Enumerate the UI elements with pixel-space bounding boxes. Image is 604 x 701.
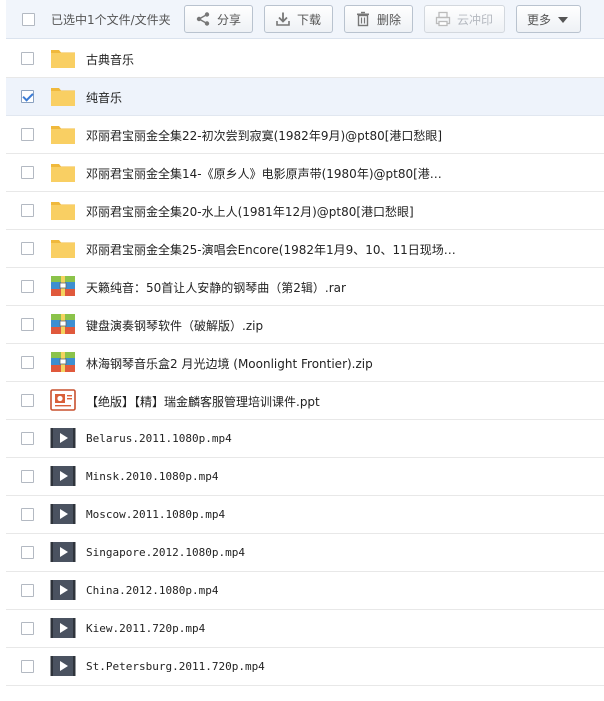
file-checkbox[interactable] [21,128,34,141]
share-button[interactable]: 分享 [184,5,253,33]
cloud-print-label: 云冲印 [457,12,494,27]
file-row[interactable]: 天籁纯音：50首让人安静的钢琴曲（第2辑）.rar [6,268,604,306]
file-name[interactable]: St.Petersburg.2011.720p.mp4 [86,660,265,673]
folder-icon [50,47,76,69]
file-row[interactable]: 键盘演奏钢琴软件（破解版）.zip [6,306,604,344]
file-name[interactable]: 邓丽君宝丽金全集25-演唱会Encore(1982年1月9、10、11日现场… [86,241,456,258]
video-file-icon [50,465,76,487]
more-button[interactable]: 更多 [516,5,581,33]
file-row[interactable]: Minsk.2010.1080p.mp4 [6,458,604,496]
download-label: 下载 [297,12,322,27]
file-row[interactable]: Moscow.2011.1080p.mp4 [6,496,604,534]
video-file-icon [50,503,76,525]
file-name[interactable]: Singapore.2012.1080p.mp4 [86,546,245,559]
file-name[interactable]: 邓丽君宝丽金全集14-《原乡人》电影原声带(1980年)@pt80[港… [86,165,442,182]
file-checkbox[interactable] [21,318,34,331]
video-file-icon [50,427,76,449]
file-checkbox[interactable] [21,204,34,217]
folder-icon [50,237,76,259]
file-checkbox[interactable] [21,584,34,597]
file-row[interactable]: 邓丽君宝丽金全集14-《原乡人》电影原声带(1980年)@pt80[港… [6,154,604,192]
file-name[interactable]: 林海钢琴音乐盒2 月光边境 (Moonlight Frontier).zip [86,355,373,372]
video-file-icon [50,655,76,677]
video-file-icon [50,579,76,601]
file-name[interactable]: Kiew.2011.720p.mp4 [86,622,205,635]
file-checkbox[interactable] [21,394,34,407]
file-row[interactable]: 邓丽君宝丽金全集20-水上人(1981年12月)@pt80[港口愁眼] [6,192,604,230]
file-name[interactable]: Belarus.2011.1080p.mp4 [86,432,232,445]
file-row[interactable]: 邓丽君宝丽金全集25-演唱会Encore(1982年1月9、10、11日现场… [6,230,604,268]
file-row[interactable]: China.2012.1080p.mp4 [6,572,604,610]
trash-icon [357,11,369,27]
cloud-print-button[interactable]: 云冲印 [424,5,505,33]
file-checkbox[interactable] [21,546,34,559]
file-row[interactable]: Singapore.2012.1080p.mp4 [6,534,604,572]
file-checkbox[interactable] [21,508,34,521]
archive-icon [50,275,76,297]
file-checkbox[interactable] [21,166,34,179]
file-checkbox[interactable] [21,622,34,635]
folder-icon [50,123,76,145]
file-row[interactable]: 林海钢琴音乐盒2 月光边境 (Moonlight Frontier).zip [6,344,604,382]
file-name[interactable]: China.2012.1080p.mp4 [86,584,218,597]
file-checkbox[interactable] [21,356,34,369]
file-checkbox[interactable] [21,52,34,65]
file-checkbox[interactable] [21,90,34,103]
file-row[interactable]: 邓丽君宝丽金全集22-初次尝到寂寞(1982年9月)@pt80[港口愁眼] [6,116,604,154]
folder-icon [50,85,76,107]
selection-status: 已选中1个文件/文件夹 [51,13,171,27]
download-icon [276,12,290,26]
delete-label: 删除 [377,12,402,27]
file-checkbox[interactable] [21,280,34,293]
folder-icon [50,161,76,183]
share-icon [196,12,210,26]
file-toolbar: 已选中1个文件/文件夹 分享 下载 删除 云冲印 更多 [6,0,604,39]
video-file-icon [50,617,76,639]
folder-icon [50,199,76,221]
file-row[interactable]: Belarus.2011.1080p.mp4 [6,420,604,458]
file-row[interactable]: 【绝版】【精】瑞金麟客服管理培训课件.ppt [6,382,604,420]
file-name[interactable]: 纯音乐 [86,89,122,106]
delete-button[interactable]: 删除 [344,5,413,33]
file-row[interactable]: 纯音乐 [6,78,604,116]
download-button[interactable]: 下载 [264,5,333,33]
file-name[interactable]: Minsk.2010.1080p.mp4 [86,470,218,483]
file-name[interactable]: 古典音乐 [86,51,134,68]
select-all-checkbox[interactable] [22,13,35,26]
archive-icon [50,351,76,373]
more-label: 更多 [527,12,552,27]
printer-icon [435,11,451,27]
share-label: 分享 [217,12,242,27]
file-name[interactable]: 键盘演奏钢琴软件（破解版）.zip [86,317,263,334]
archive-icon [50,313,76,335]
file-row[interactable]: Kiew.2011.720p.mp4 [6,610,604,648]
chevron-down-icon [558,17,568,23]
file-checkbox[interactable] [21,470,34,483]
file-checkbox[interactable] [21,660,34,673]
file-name[interactable]: 邓丽君宝丽金全集22-初次尝到寂寞(1982年9月)@pt80[港口愁眼] [86,127,442,144]
file-name[interactable]: 邓丽君宝丽金全集20-水上人(1981年12月)@pt80[港口愁眼] [86,203,414,220]
file-row[interactable]: 古典音乐 [6,40,604,78]
video-file-icon [50,541,76,563]
file-name[interactable]: 【绝版】【精】瑞金麟客服管理培训课件.ppt [86,393,320,410]
ppt-file-icon [50,389,76,411]
file-checkbox[interactable] [21,242,34,255]
file-row[interactable]: St.Petersburg.2011.720p.mp4 [6,648,604,686]
file-checkbox[interactable] [21,432,34,445]
file-name[interactable]: Moscow.2011.1080p.mp4 [86,508,225,521]
file-name[interactable]: 天籁纯音：50首让人安静的钢琴曲（第2辑）.rar [86,279,346,296]
